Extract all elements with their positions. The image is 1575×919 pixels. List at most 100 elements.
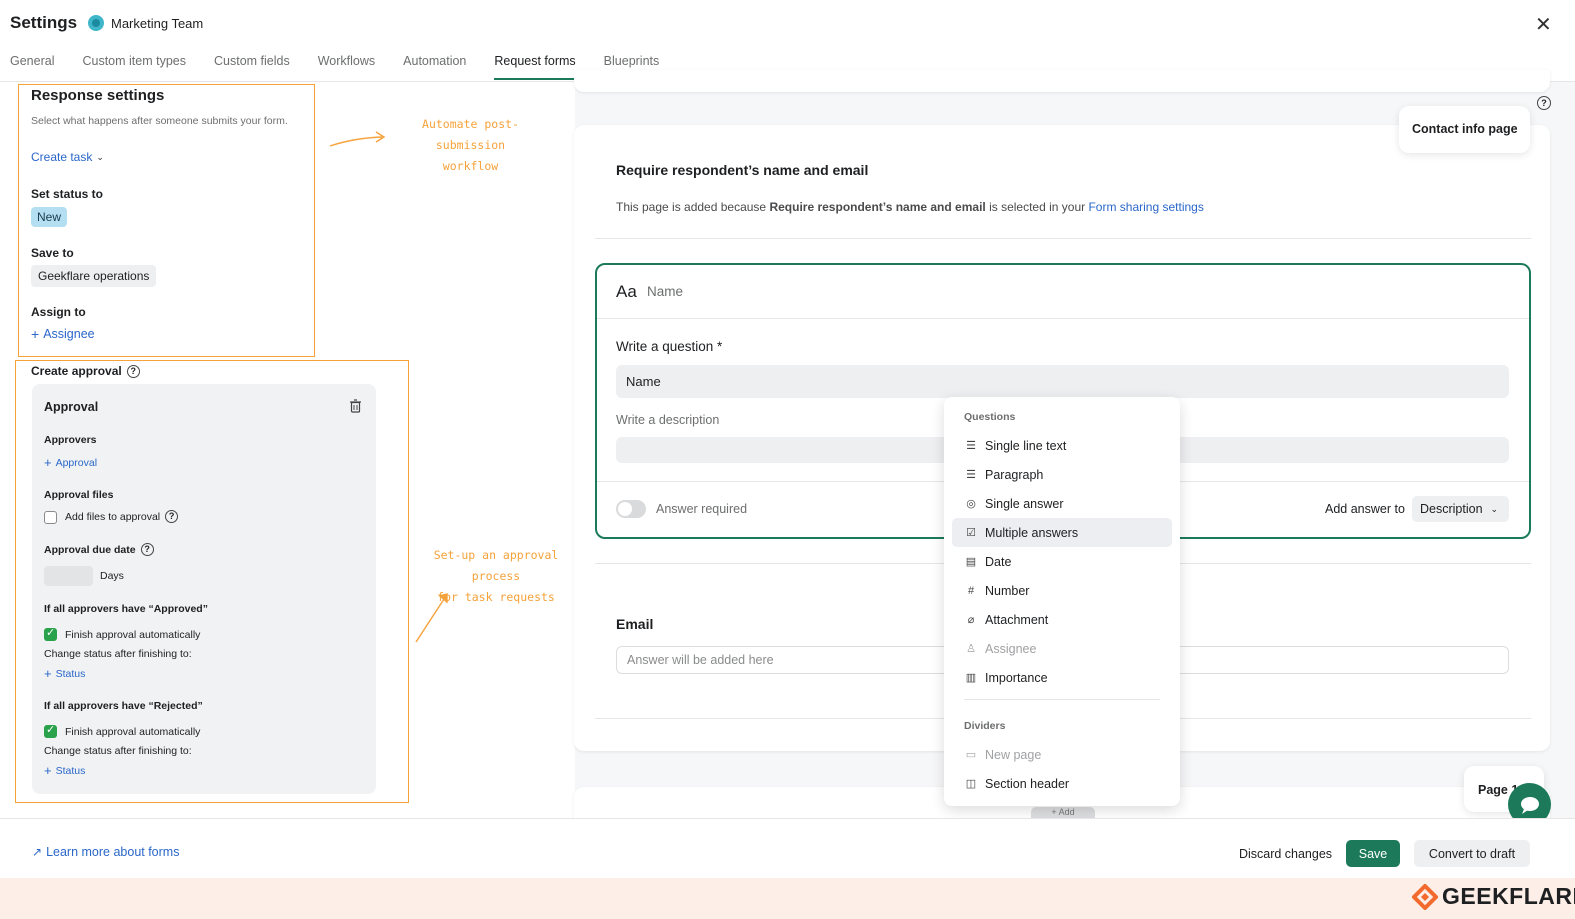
lines-icon: ☰	[966, 440, 976, 452]
tab-custom-item-types[interactable]: Custom item types	[82, 54, 186, 80]
status-rejected-label: Status	[55, 764, 86, 777]
change-status-approved-label: Change status after finishing to:	[44, 648, 192, 660]
book-icon: ◫	[965, 778, 977, 790]
field-type-label: Name	[647, 284, 684, 299]
menu-item-attachment[interactable]: ⌀ Attachment	[952, 605, 1172, 634]
menu-item-section-header[interactable]: ◫ Section header	[952, 769, 1172, 798]
create-approval-label: Create approval ?	[31, 364, 140, 378]
add-files-checkbox[interactable]	[44, 511, 57, 524]
answer-required-label: Answer required	[656, 502, 748, 516]
approvers-label: Approvers	[44, 434, 97, 446]
help-icon[interactable]: ?	[1537, 96, 1551, 110]
menu-item-assignee[interactable]: ♙ Assignee	[952, 634, 1172, 663]
menu-item-label: Date	[985, 554, 1012, 569]
add-status-rejected-button[interactable]: + Status	[44, 763, 85, 778]
learn-more-label: Learn more about forms	[46, 845, 180, 859]
save-to-project[interactable]: Geekflare operations	[31, 265, 157, 287]
answer-required-toggle[interactable]	[616, 500, 646, 518]
approval-due-date-label: Approval due date ?	[44, 543, 154, 556]
menu-item-label: Paragraph	[985, 467, 1044, 482]
menu-item-single-answer[interactable]: ◎ Single answer	[952, 489, 1172, 518]
menu-divider	[964, 699, 1160, 700]
geekflare-logo: GEEKFLARE	[1412, 883, 1575, 910]
finish-approved-label: Finish approval automatically	[65, 629, 201, 641]
tab-automation[interactable]: Automation	[403, 54, 466, 80]
dividers-heading: Dividers	[964, 720, 1006, 732]
brand-name: GEEKFLARE	[1442, 883, 1575, 909]
check-circle-icon: ◎	[966, 498, 976, 510]
plus-icon: +	[31, 326, 40, 342]
email-placeholder: Answer will be added here	[627, 653, 774, 667]
checkbox-icon: ☑	[966, 527, 976, 539]
help-icon[interactable]: ?	[140, 543, 154, 556]
add-assignee-button[interactable]: + Assignee	[31, 326, 95, 342]
menu-item-label: Attachment	[985, 612, 1049, 627]
menu-item-label: Importance	[985, 670, 1048, 685]
save-button[interactable]: Save	[1346, 840, 1400, 867]
menu-item-label: Multiple answers	[985, 525, 1079, 540]
divider	[595, 238, 1531, 239]
status-badge[interactable]: New	[31, 207, 68, 227]
help-icon[interactable]: ?	[165, 510, 179, 523]
close-icon[interactable]: ✕	[1535, 12, 1552, 37]
help-icon[interactable]: ?	[126, 364, 140, 378]
menu-item-paragraph[interactable]: ☰ Paragraph	[952, 460, 1172, 489]
menu-item-importance[interactable]: ▥ Importance	[952, 663, 1172, 692]
menu-item-new-page[interactable]: ▭ New page	[952, 740, 1172, 769]
finish-approved-checkbox[interactable]	[44, 626, 57, 641]
team-icon	[88, 15, 104, 31]
add-answer-to-select[interactable]: Description ⌄	[1412, 496, 1509, 522]
team-selector[interactable]: Marketing Team	[88, 15, 203, 31]
question-label: Write a question *	[616, 339, 723, 354]
new-page-icon: ▭	[965, 749, 977, 761]
create-task-label: Create task	[31, 150, 93, 164]
finish-rejected-label: Finish approval automatically	[65, 726, 201, 738]
days-label: Days	[100, 570, 124, 582]
create-task-dropdown[interactable]: Create task ⌄	[31, 150, 104, 164]
tab-custom-fields[interactable]: Custom fields	[214, 54, 290, 80]
finish-rejected-checkbox[interactable]	[44, 723, 57, 738]
question-input[interactable]: Name	[616, 365, 1509, 398]
tab-workflows[interactable]: Workflows	[318, 54, 375, 80]
due-days-input[interactable]	[44, 566, 93, 586]
add-status-approved-button[interactable]: + Status	[44, 666, 85, 681]
approved-heading: If all approvers have “Approved”	[44, 603, 208, 615]
tab-general[interactable]: General	[10, 54, 54, 80]
annotation-top: Automate post-submission workflow	[388, 114, 553, 177]
menu-item-multiple-answers[interactable]: ☑ Multiple answers	[952, 518, 1172, 547]
geekflare-logo-icon	[1412, 883, 1438, 910]
contact-info-page-tab[interactable]: Contact info page	[1399, 106, 1530, 153]
add-answer-to-label: Add answer to	[1325, 502, 1405, 516]
menu-item-date[interactable]: ▤ Date	[952, 547, 1172, 576]
discard-changes-button[interactable]: Discard changes	[1233, 840, 1338, 867]
require-title: Require respondent’s name and email	[616, 162, 869, 178]
external-link-icon: ↗	[32, 845, 43, 859]
watermark-strip	[0, 878, 1575, 919]
menu-item-label: Single line text	[985, 438, 1067, 453]
convert-to-draft-button[interactable]: Convert to draft	[1414, 840, 1530, 867]
add-approval-button[interactable]: + Approval	[44, 455, 97, 470]
tab-request-forms[interactable]: Request forms	[494, 54, 576, 80]
add-button[interactable]: + Add	[1031, 807, 1095, 818]
form-sharing-settings-link[interactable]: Form sharing settings	[1088, 200, 1203, 214]
menu-item-number[interactable]: # Number	[952, 576, 1172, 605]
create-approval-text: Create approval	[31, 364, 122, 378]
text-type-icon: Aa	[616, 282, 637, 301]
menu-item-label: Number	[985, 583, 1030, 598]
rejected-heading: If all approvers have “Rejected”	[44, 700, 203, 712]
approval-files-label: Approval files	[44, 489, 114, 501]
add-approval-label: Approval	[55, 456, 98, 469]
learn-more-link[interactable]: ↗ Learn more about forms	[32, 845, 179, 859]
question-type-menu: Questions ☰ Single line text ☰ Paragraph…	[944, 397, 1180, 806]
save-to-label: Save to	[31, 246, 74, 260]
require-description: This page is added because Require respo…	[616, 200, 1204, 214]
email-title: Email	[616, 616, 654, 632]
footer-bar	[0, 818, 1575, 878]
menu-item-single-line-text[interactable]: ☰ Single line text	[952, 431, 1172, 460]
page-title: Settings	[10, 13, 78, 32]
paperclip-icon: ⌀	[967, 614, 975, 626]
add-files-text: Add files to approval	[65, 510, 161, 523]
add-answer-to-value: Description	[1420, 502, 1483, 516]
plus-icon: +	[44, 666, 52, 681]
trash-icon[interactable]	[349, 399, 362, 413]
